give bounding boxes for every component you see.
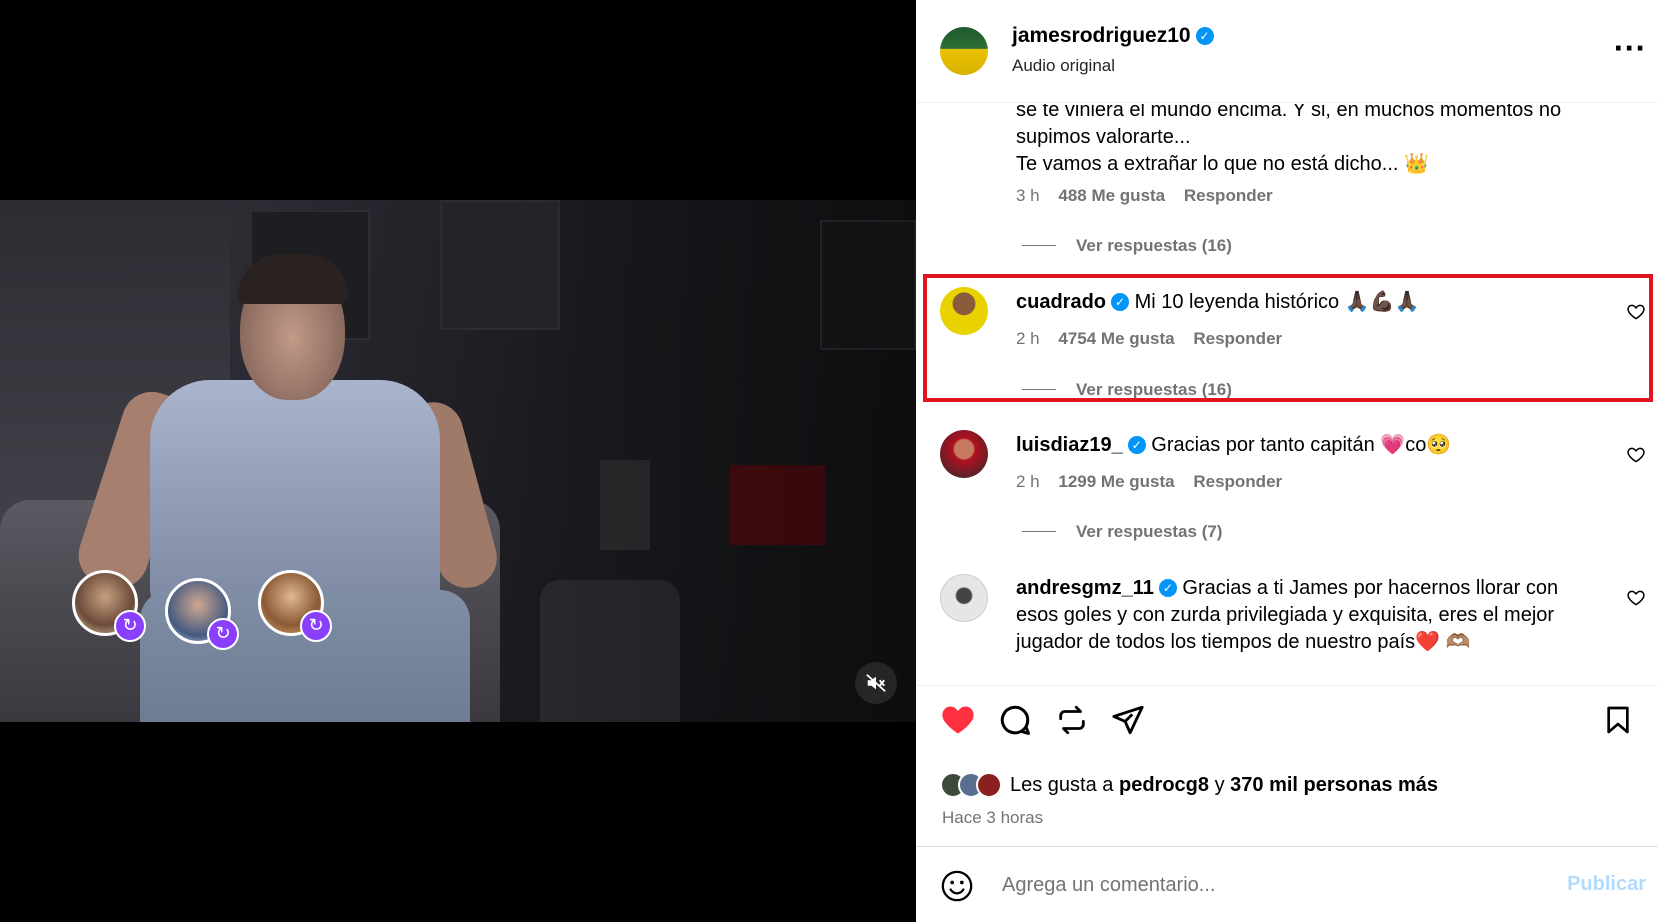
- comment-text: se te viniera el mundo encima. Y si, en …: [1016, 104, 1562, 175]
- mute-button[interactable]: [855, 662, 897, 704]
- collab-avatar-2[interactable]: ↻: [165, 578, 239, 650]
- commenter-avatar[interactable]: [940, 574, 988, 622]
- likes-count[interactable]: 370 mil personas más: [1230, 774, 1438, 796]
- liker-username[interactable]: pedrocg8: [1119, 774, 1209, 796]
- collab-badge-icon: ↻: [207, 618, 239, 650]
- comment-meta: 2 h 1299 Me gusta Responder: [1016, 472, 1282, 492]
- speaker-muted-icon: [866, 674, 886, 692]
- like-comment-heart-icon[interactable]: [1626, 588, 1646, 608]
- author-username[interactable]: jamesrodriguez10 ✓: [1012, 24, 1214, 48]
- paper-plane-icon: [1112, 705, 1144, 735]
- like-comment-heart-icon[interactable]: [1626, 445, 1646, 465]
- video-frame[interactable]: [0, 200, 916, 722]
- post-header: jamesrodriguez10 ✓ Audio original ···: [916, 0, 1658, 103]
- bookmark-icon: [1607, 706, 1629, 734]
- comments-list[interactable]: se te viniera el mundo encima. Y si, en …: [916, 104, 1658, 684]
- repost-icon: [1059, 705, 1085, 735]
- liker-avatar[interactable]: [976, 772, 1002, 798]
- likes-summary: Les gusta a pedrocg8 y 370 mil personas …: [940, 772, 1438, 798]
- heart-filled-icon: [942, 706, 974, 734]
- reply-button[interactable]: Responder: [1193, 472, 1282, 491]
- video-player[interactable]: ↻ ↻ ↻: [0, 0, 916, 922]
- post-time[interactable]: Hace 3 horas: [942, 808, 1043, 828]
- comment-body: Gracias por tanto capitán 💗co🥺: [1151, 434, 1452, 456]
- publish-button[interactable]: Publicar: [1567, 873, 1646, 896]
- more-dots-icon: ···: [1613, 34, 1646, 64]
- highlight-box: [923, 274, 1653, 402]
- verified-badge-icon: ✓: [1158, 579, 1177, 597]
- comment-bubble-icon: [1000, 705, 1030, 735]
- save-button[interactable]: [1598, 700, 1638, 740]
- verified-badge-icon: ✓: [1127, 436, 1146, 454]
- more-options-button[interactable]: ···: [1613, 36, 1646, 62]
- comment-likes[interactable]: 1299 Me gusta: [1058, 472, 1174, 491]
- post-actions: Les gusta a pedrocg8 y 370 mil personas …: [916, 685, 1658, 845]
- view-replies-button[interactable]: Ver respuestas (16): [1022, 236, 1232, 256]
- author-avatar[interactable]: [940, 27, 988, 75]
- comment-input[interactable]: [1002, 861, 1522, 909]
- repost-button[interactable]: [1052, 700, 1092, 740]
- share-button[interactable]: [1108, 700, 1148, 740]
- emoji-icon[interactable]: [940, 869, 974, 903]
- comment-meta: 3 h 488 Me gusta Responder: [1016, 186, 1273, 206]
- comment-button[interactable]: [995, 700, 1035, 740]
- likes-text[interactable]: Les gusta a pedrocg8 y 370 mil personas …: [1010, 774, 1438, 797]
- view-replies-button[interactable]: Ver respuestas (7): [1022, 522, 1222, 542]
- verified-badge-icon: ✓: [1195, 27, 1214, 45]
- comment-text: luisdiaz19_ ✓ Gracias por tanto capitán 💗…: [1016, 432, 1616, 459]
- commenter-avatar[interactable]: [940, 430, 988, 478]
- comment-username[interactable]: luisdiaz19_: [1016, 434, 1123, 456]
- comment-time[interactable]: 3 h: [1016, 186, 1040, 205]
- audio-label[interactable]: Audio original: [1012, 56, 1115, 76]
- collab-avatar-1[interactable]: ↻: [72, 570, 146, 642]
- like-button[interactable]: [938, 700, 978, 740]
- collab-badge-icon: ↻: [300, 610, 332, 642]
- collab-badge-icon: ↻: [114, 610, 146, 642]
- reply-button[interactable]: Responder: [1184, 186, 1273, 205]
- comment-username[interactable]: andresgmz_11: [1016, 577, 1154, 599]
- comment-likes[interactable]: 488 Me gusta: [1058, 186, 1165, 205]
- comment-time[interactable]: 2 h: [1016, 472, 1040, 491]
- comment-text: andresgmz_11 ✓ Gracias a ti James por hac…: [1016, 577, 1559, 653]
- collab-avatar-3[interactable]: ↻: [258, 570, 332, 642]
- post-panel: jamesrodriguez10 ✓ Audio original ··· se …: [916, 0, 1658, 922]
- comment-composer: Publicar: [916, 846, 1658, 922]
